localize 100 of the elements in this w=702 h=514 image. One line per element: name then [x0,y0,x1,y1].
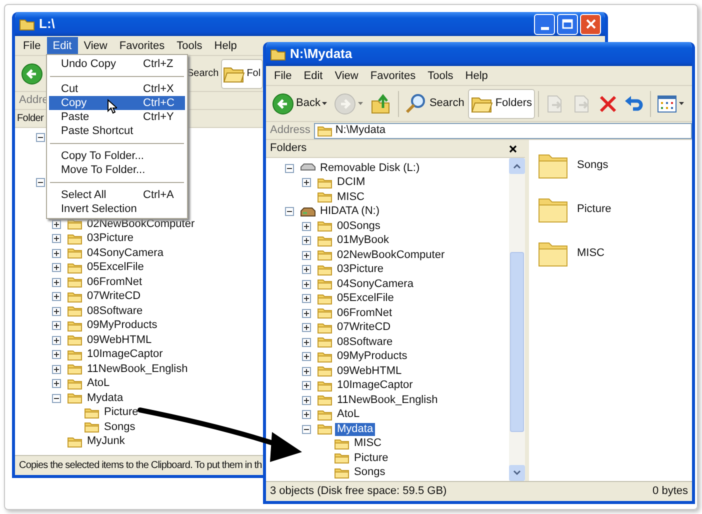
plus-box-icon[interactable] [52,292,61,302]
menu-entry[interactable]: Paste Ctrl+Y [49,110,185,124]
plus-box-icon[interactable] [52,234,61,244]
plus-box-icon[interactable] [52,263,61,272]
plus-box-icon[interactable] [52,278,61,287]
menu-item[interactable]: Edit [46,36,78,54]
tree-item[interactable]: Picture [102,406,140,420]
plus-box-icon[interactable] [302,178,311,188]
plus-box-icon[interactable] [302,366,311,376]
minus-box-icon[interactable] [285,164,294,173]
tree-item[interactable]: AtoL [85,377,112,390]
plus-box-icon[interactable] [52,321,61,330]
menu-item[interactable]: View [328,66,364,84]
tree-item[interactable]: 05ExcelFile [335,292,396,306]
back-button[interactable]: Back [269,88,330,118]
minus-box-icon[interactable] [285,207,294,216]
menu-entry[interactable]: Paste Shortcut [49,124,185,138]
close-button[interactable] [580,14,601,34]
tree-item[interactable]: 04SonyCamera [85,246,166,260]
plus-box-icon[interactable] [52,336,61,345]
plus-box-icon[interactable] [302,352,311,362]
tree-item[interactable]: MyJunk [85,435,127,448]
address-field[interactable]: N:\Mydata [314,122,692,138]
plus-box-icon[interactable] [302,250,311,260]
tree-item[interactable]: HIDATA (N:) [318,205,382,218]
tree-item[interactable]: 09MyProducts [85,319,160,332]
tree-item[interactable]: 11NewBook_English [85,362,190,376]
tree-item[interactable]: Removable Disk (L:) [318,162,422,175]
minimize-button[interactable] [534,14,555,34]
menu-item[interactable]: Tools [170,36,208,54]
search-button[interactable]: Search [402,88,468,118]
tree-item[interactable]: 01MyBook [335,234,391,248]
tree-item[interactable]: 02NewBookComputer [85,218,197,231]
menu-entry[interactable]: Select All Ctrl+A [49,188,185,202]
plus-box-icon[interactable] [302,222,311,231]
tree-item[interactable]: DCIM [335,176,368,190]
plus-box-icon[interactable] [302,381,311,390]
menu-entry[interactable]: Cut Ctrl+X [49,82,185,96]
tree-item[interactable]: AtoL [335,408,362,422]
scroll-thumb[interactable] [510,252,524,432]
menu-entry[interactable]: Invert Selection [49,202,185,216]
menu-item[interactable]: Help [459,66,494,84]
scroll-down-icon[interactable] [509,465,525,481]
plus-box-icon[interactable] [302,308,311,318]
tree-item[interactable]: 08Software [335,336,395,349]
plus-box-icon[interactable] [52,350,61,360]
maximize-button[interactable] [557,14,578,34]
file-name[interactable]: Picture [577,200,612,218]
menu-item[interactable]: Favorites [364,66,422,84]
tree-item[interactable]: Mydata [85,392,126,405]
plus-box-icon[interactable] [302,410,311,420]
menu-item[interactable]: Edit [298,66,329,84]
tree-item[interactable]: MISC [335,190,366,204]
tree-item[interactable]: 06FromNet [85,276,144,289]
tree-item[interactable]: 05ExcelFile [85,261,146,274]
tree-item[interactable]: 09WebHTML [85,334,154,347]
plus-box-icon[interactable] [52,379,61,388]
tree-item[interactable]: Mydata [335,422,376,436]
tree-item[interactable]: 03Picture [335,263,386,276]
plus-box-icon[interactable] [52,248,61,258]
plus-box-icon[interactable] [52,364,61,374]
plus-box-icon[interactable] [302,338,311,347]
tree-item[interactable]: 02NewBookComputer [335,248,447,262]
plus-box-icon[interactable] [302,265,311,274]
tree-item[interactable]: 11NewBook_English [335,394,440,407]
tree-item[interactable]: Songs [352,466,388,480]
tree-item[interactable]: 00Songs [335,220,382,233]
menu-item[interactable]: File [17,36,47,54]
menu-item[interactable]: Help [208,36,243,54]
folders-button[interactable]: Fol [220,58,263,88]
plus-box-icon[interactable] [52,220,61,229]
tree-item[interactable]: 03Picture [85,232,136,246]
scroll-up-icon[interactable] [509,158,525,174]
scrollbar[interactable] [509,158,525,481]
tree-item[interactable]: 04SonyCamera [335,278,416,291]
tree-item[interactable]: 10ImageCaptor [335,379,415,392]
minus-box-icon[interactable] [52,394,61,403]
tree-item[interactable]: 10ImageCaptor [85,348,165,362]
plus-box-icon[interactable] [302,294,311,304]
menu-item[interactable]: Favorites [113,36,171,54]
menu-item[interactable]: Tools [422,66,460,84]
menu-entry[interactable]: Undo Copy Ctrl+Z [49,57,185,71]
plus-box-icon[interactable] [302,236,311,246]
minus-box-icon[interactable] [302,424,311,434]
menu-item[interactable]: File [268,66,298,84]
close-icon[interactable] [509,144,517,152]
plus-box-icon[interactable] [52,306,61,316]
file-name[interactable]: MISC [577,244,604,262]
folders-button[interactable]: Folders [468,88,536,118]
tree-item[interactable]: 09MyProducts [335,350,410,364]
plus-box-icon[interactable] [302,396,311,405]
tree-item[interactable]: Songs [102,420,138,434]
tree-item[interactable]: MISC [352,437,384,450]
tree-item[interactable]: 08Software [85,304,145,318]
tree-item[interactable]: 07WriteCD [85,290,143,304]
plus-box-icon[interactable] [302,280,311,289]
tree-item[interactable]: 06FromNet [335,306,394,320]
menu-entry[interactable]: Move To Folder... [49,163,185,177]
file-name[interactable]: Songs [577,156,608,174]
tree-item[interactable]: 09WebHTML [335,364,404,378]
